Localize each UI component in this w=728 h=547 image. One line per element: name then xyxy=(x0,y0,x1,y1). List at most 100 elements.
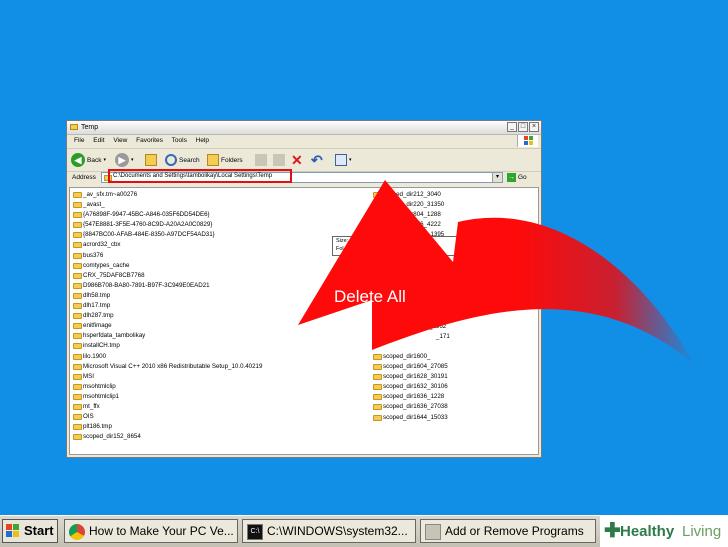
menu-favorites[interactable]: Favorites xyxy=(136,137,163,144)
folder-icon xyxy=(73,222,82,229)
partial-filename: _2362 xyxy=(429,323,447,330)
list-item[interactable]: _avast_ xyxy=(72,200,262,210)
list-item[interactable]: scoped_dir804_1288 xyxy=(372,210,444,220)
folder-icon xyxy=(373,374,382,381)
address-dropdown[interactable]: ▾ xyxy=(492,173,502,182)
folder-icon xyxy=(73,343,82,350)
folder-icon xyxy=(73,272,82,279)
menu-tools[interactable]: Tools xyxy=(172,137,187,144)
file-name: scoped_dir152_8654 xyxy=(83,433,141,441)
close-button[interactable]: × xyxy=(529,122,539,132)
file-name: scoped_dir1636_27038 xyxy=(383,403,448,411)
taskbar: Start How to Make Your PC Ve... C:\ C:\W… xyxy=(0,515,728,547)
search-icon xyxy=(165,154,177,166)
title-bar[interactable]: Temp _ □ × xyxy=(67,121,541,135)
file-name: {8847BC00-AFAB-484E-8350-A97DCF54AD31} xyxy=(83,231,215,239)
list-item[interactable]: scoped_dir1644_15033 xyxy=(372,413,448,423)
copy-to-button[interactable] xyxy=(273,152,285,168)
list-item[interactable]: scoped_dir956_4222 xyxy=(372,220,444,230)
list-item[interactable]: bus376 xyxy=(72,251,262,261)
up-folder-button[interactable] xyxy=(145,152,157,168)
list-item[interactable]: mt_ffx xyxy=(72,402,262,412)
file-name: scoped_dir1604_27085 xyxy=(383,363,448,371)
windows-flag-icon xyxy=(6,524,20,538)
menu-help[interactable]: Help xyxy=(196,137,209,144)
views-button[interactable]: ▾ xyxy=(335,152,352,168)
list-item[interactable]: scoped_dir1636_27038 xyxy=(372,402,448,412)
list-item[interactable]: D986B708-BA80-7891-B97F-3C949E0EAD21 xyxy=(72,281,262,291)
menu-file[interactable]: File xyxy=(74,137,84,144)
folders-button[interactable]: Folders xyxy=(207,152,243,168)
file-name: enitfimage xyxy=(83,322,112,330)
go-button[interactable]: → Go xyxy=(507,172,527,183)
list-item[interactable]: installCH.tmp xyxy=(72,341,262,351)
back-button[interactable]: ◀ Back ▾ xyxy=(71,152,106,168)
list-item[interactable]: dlh58.tmp xyxy=(72,291,262,301)
search-button[interactable]: Search xyxy=(165,152,200,168)
file-name: mt_ffx xyxy=(83,402,100,410)
list-item[interactable]: plt186.tmp xyxy=(72,422,262,432)
chrome-icon xyxy=(69,524,85,540)
list-item[interactable]: dlh287.tmp xyxy=(72,311,262,321)
folder-icon xyxy=(373,394,382,401)
list-item[interactable]: scoped_dir1636_1228 xyxy=(372,392,448,402)
undo-button[interactable]: ↶ xyxy=(311,152,323,168)
list-item[interactable]: hsperfdata_tambolikay xyxy=(72,331,262,341)
task-browser[interactable]: How to Make Your PC Ve... xyxy=(64,519,238,543)
address-bar: Address ▾ C:\Documents and Settings\tamb… xyxy=(67,169,541,185)
folder-icon xyxy=(73,262,82,269)
list-item[interactable]: Microsoft Visual C++ 2010 x86 Redistribu… xyxy=(72,362,262,372)
file-name: {A76898F-9947-45BC-A846-035F6DD54DE6} xyxy=(83,211,210,219)
list-item[interactable]: _av_sfx.tm~a00276 xyxy=(72,190,262,200)
list-item[interactable]: acrord32_cbx xyxy=(72,240,262,250)
task-add-remove-programs[interactable]: Add or Remove Programs xyxy=(420,519,596,543)
minimize-button[interactable]: _ xyxy=(507,122,517,132)
folder-icon xyxy=(73,363,82,370)
menu-edit[interactable]: Edit xyxy=(93,137,104,144)
file-name: OIS xyxy=(83,413,94,421)
start-button[interactable]: Start xyxy=(2,519,58,543)
list-item[interactable]: msohtmlclip1 xyxy=(72,392,262,402)
list-item[interactable]: enitfimage xyxy=(72,321,262,331)
forward-button[interactable]: ▶ ▾ xyxy=(115,152,134,168)
list-item[interactable]: scoped_dir1604_27085 xyxy=(372,362,448,372)
folder-icon xyxy=(73,202,82,209)
folder-icon xyxy=(73,252,82,259)
folder-icon xyxy=(373,414,382,421)
list-item[interactable]: {547E8881-3F5E-4760-8C9D-A20A2A0C0829} xyxy=(72,220,262,230)
explorer-window: Temp _ □ × File Edit View Favorites Tool… xyxy=(66,120,542,458)
folder-icon xyxy=(73,212,82,219)
list-item[interactable]: lilo.1900 xyxy=(72,352,262,362)
partial-filename: _171 xyxy=(436,333,450,340)
list-item[interactable]: msohtmlclip xyxy=(72,382,262,392)
move-to-button[interactable] xyxy=(255,152,267,168)
file-column-right-top: scoped_dir212_3040 scoped_dir220_31350 sco… xyxy=(372,190,444,240)
task-command-prompt[interactable]: C:\ C:\WINDOWS\system32... xyxy=(242,519,416,543)
list-item[interactable]: CRX_75DAF8CB7768 xyxy=(72,271,262,281)
file-name: scoped_dir1636_1228 xyxy=(383,393,445,401)
list-item[interactable]: {A76898F-9947-45BC-A846-035F6DD54DE6} xyxy=(72,210,262,220)
list-item[interactable]: {8847BC00-AFAB-484E-8350-A97DCF54AD31} xyxy=(72,230,262,240)
file-list: _av_sfx.tm~a00276 _avast_ {A76898F-9947-45… xyxy=(69,187,539,455)
folder-icon xyxy=(373,364,382,371)
list-item[interactable]: OIS xyxy=(72,412,262,422)
file-name: msohtmlclip1 xyxy=(83,392,120,400)
folder-icon xyxy=(73,333,82,340)
list-item[interactable]: scoped_dir1600_ xyxy=(372,352,448,362)
list-item[interactable]: dlh17.tmp xyxy=(72,301,262,311)
file-name: bus376 xyxy=(83,251,104,259)
list-item[interactable]: scoped_dir212_3040 xyxy=(372,190,444,200)
menu-bar: File Edit View Favorites Tools Help xyxy=(67,135,541,147)
views-icon xyxy=(335,154,347,166)
list-item[interactable]: comtypes_cache xyxy=(72,261,262,271)
menu-view[interactable]: View xyxy=(113,137,127,144)
maximize-button[interactable]: □ xyxy=(518,122,528,132)
list-item[interactable]: MSI xyxy=(72,372,262,382)
folder-icon xyxy=(373,354,382,360)
list-item[interactable]: scoped_dir152_8654 xyxy=(72,432,262,442)
delete-button[interactable]: ✕ xyxy=(291,152,303,168)
list-item[interactable]: scoped_dir220_31350 xyxy=(372,200,444,210)
folder-icon xyxy=(73,434,82,441)
list-item[interactable]: scoped_dir1628_30191 xyxy=(372,372,448,382)
list-item[interactable]: scoped_dir1632_30106 xyxy=(372,382,448,392)
